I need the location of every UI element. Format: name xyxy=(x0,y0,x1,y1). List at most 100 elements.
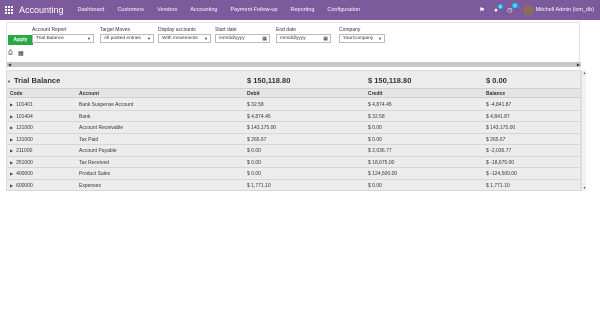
chevron-down-icon: ▼ xyxy=(204,36,208,41)
menu-configuration[interactable]: Configuration xyxy=(327,7,360,13)
row-code: 121000 xyxy=(16,125,33,131)
target-moves-select[interactable]: All posted entries ▼ xyxy=(100,34,154,43)
table-row[interactable]: ▶ 400000 Product Sales $ 0.00 $ 124,500.0… xyxy=(7,168,580,180)
expand-triangle-icon[interactable]: ▶ xyxy=(10,160,13,165)
company-select[interactable]: YourCompany ▼ xyxy=(339,34,385,43)
print-icon[interactable]: ⎙ xyxy=(8,50,13,57)
vertical-scrollbar[interactable]: ▲ ▼ xyxy=(581,70,586,191)
row-credit: $ 0.00 xyxy=(368,125,382,131)
row-debit: $ 0.00 xyxy=(247,171,261,177)
menu-accounting[interactable]: Accounting xyxy=(190,7,217,13)
total-debit: $ 150,118.80 xyxy=(247,76,291,85)
total-balance: $ 0.00 xyxy=(486,76,507,85)
row-account: Expenses xyxy=(79,182,101,189)
spreadsheet-icon[interactable]: ▦ xyxy=(18,50,24,57)
top-navbar: Accounting Dashboard Customers Vendors A… xyxy=(0,0,600,20)
table-row[interactable]: ▶ 101404 Bank $ 4,874.45 $ 32.58 $ 4,841.… xyxy=(7,110,580,122)
row-balance: $ -4,841.87 xyxy=(486,102,512,108)
table-header: Code Account Debit Credit Balance xyxy=(7,88,580,98)
expand-triangle-icon[interactable]: ▶ xyxy=(10,148,13,153)
row-credit: $ 18,675.00 xyxy=(368,159,395,166)
target-moves-label: Target Moves xyxy=(100,27,131,33)
company-filter: Company YourCompany ▼ xyxy=(339,27,385,43)
row-balance: $ -18,675.00 xyxy=(486,159,515,166)
avatar[interactable] xyxy=(523,5,533,15)
row-account: Account Receivable xyxy=(79,125,124,131)
apps-menu-icon[interactable] xyxy=(5,6,13,14)
display-accounts-filter: Display accounts With movements ▼ xyxy=(158,27,211,43)
total-credit: $ 150,118.80 xyxy=(368,76,412,85)
start-date-input[interactable]: mm/dd/yyyy ▦ xyxy=(215,34,270,43)
row-code: 131000 xyxy=(16,136,33,143)
activity-badge: 2 xyxy=(512,3,518,8)
expand-triangle-icon[interactable]: ▶ xyxy=(10,171,13,176)
table-row[interactable]: ▶ 211000 Account Payable $ 0.00 $ 2,036.7… xyxy=(7,145,580,157)
row-credit: $ 32.58 xyxy=(368,113,385,120)
row-account: Tax Paid xyxy=(79,136,99,143)
scroll-right-icon[interactable]: ▶ xyxy=(577,62,580,67)
header-credit: Credit xyxy=(368,91,383,97)
expand-triangle-icon[interactable]: ▶ xyxy=(10,102,13,107)
report-total-row[interactable]: ▼ Trial Balance $ 150,118.80 $ 150,118.80… xyxy=(7,74,580,86)
row-account: Bank xyxy=(79,113,91,120)
expand-triangle-icon[interactable]: ▶ xyxy=(10,183,13,188)
table-row[interactable]: ▶ 600000 Expenses $ 1,771.10 $ 0.00 $ 1,7… xyxy=(7,179,580,191)
table-row[interactable]: ▶ 131000 Tax Paid $ 265.67 $ 0.00 $ 265.6… xyxy=(7,133,580,145)
row-debit: $ 0.00 xyxy=(247,148,261,154)
row-code: 211000 xyxy=(16,148,33,154)
company-label: Company xyxy=(339,27,361,33)
row-debit: $ 4,874.45 xyxy=(247,113,271,120)
calendar-icon[interactable]: ▦ xyxy=(323,36,328,42)
table-row[interactable]: ▶ 101401 Bank Suspense Account $ 32.58 $ … xyxy=(7,99,580,111)
table-body: ▶ 101401 Bank Suspense Account $ 32.58 $ … xyxy=(7,99,580,191)
table-row[interactable]: ▶ 251000 Tax Received $ 0.00 $ 18,675.00 … xyxy=(7,156,580,168)
menu-payment-follow-up[interactable]: Payment Follow-up xyxy=(230,7,277,13)
trial-balance-report: ▼ Trial Balance $ 150,118.80 $ 150,118.80… xyxy=(6,70,581,191)
app-brand[interactable]: Accounting xyxy=(19,5,64,15)
table-row[interactable]: ▶ 121000 Account Receivable $ 143,175.00 … xyxy=(7,122,580,134)
row-code: 251000 xyxy=(16,159,33,166)
navbar-systray: ⚑ ● 6 ◷ 2 Mitchell Admin (icm_db) xyxy=(470,0,594,20)
end-date-label: End date xyxy=(276,27,297,33)
expand-triangle-icon[interactable]: ▶ xyxy=(10,114,13,119)
display-accounts-label: Display accounts xyxy=(158,27,196,33)
menu-reporting[interactable]: Reporting xyxy=(291,7,315,13)
expand-triangle-icon[interactable]: ▶ xyxy=(10,137,13,142)
menu-dashboard[interactable]: Dashboard xyxy=(78,7,105,13)
row-code: 101404 xyxy=(16,113,33,120)
user-name[interactable]: Mitchell Admin (icm_db) xyxy=(536,7,594,13)
start-date-filter: Start date mm/dd/yyyy ▦ xyxy=(215,27,270,43)
chevron-down-icon: ▼ xyxy=(87,36,91,41)
header-balance: Balance xyxy=(486,91,506,97)
chat-badge: 6 xyxy=(497,3,503,9)
end-date-input[interactable]: mm/dd/yyyy ▦ xyxy=(276,34,331,43)
display-accounts-select[interactable]: With movements ▼ xyxy=(158,34,211,43)
expand-triangle-icon[interactable]: ▶ xyxy=(10,125,13,130)
row-code: 600000 xyxy=(16,182,33,189)
collapse-triangle-icon[interactable]: ▼ xyxy=(7,79,11,84)
chat-icon[interactable]: ● 6 xyxy=(494,3,503,14)
row-credit: $ 124,500.00 xyxy=(368,171,398,177)
row-balance: $ 4,841.87 xyxy=(486,113,510,120)
header-debit: Debit xyxy=(247,91,260,97)
scroll-up-icon[interactable]: ▲ xyxy=(582,71,587,75)
apply-button[interactable]: Apply xyxy=(8,35,33,45)
scroll-down-icon[interactable]: ▼ xyxy=(582,186,587,190)
account-report-select[interactable]: Trial Balance ▼ xyxy=(32,34,94,43)
scroll-left-icon[interactable]: ◀ xyxy=(8,62,11,67)
row-balance: $ -124,500.00 xyxy=(486,171,517,177)
end-date-filter: End date mm/dd/yyyy ▦ xyxy=(276,27,331,43)
account-report-label: Account Report xyxy=(32,27,67,33)
menu-vendors[interactable]: Vendors xyxy=(157,7,177,13)
menu-customers[interactable]: Customers xyxy=(117,7,144,13)
chevron-down-icon: ▼ xyxy=(378,36,382,41)
row-balance: $ -2,036.77 xyxy=(486,148,512,154)
main-menu: Dashboard Customers Vendors Accounting P… xyxy=(78,7,374,13)
row-debit: $ 265.67 xyxy=(247,136,267,143)
horizontal-scrollbar[interactable]: ◀ ▶ xyxy=(7,62,581,67)
chevron-down-icon: ▼ xyxy=(147,36,151,41)
row-credit: $ 0.00 xyxy=(368,182,382,189)
bug-icon[interactable]: ⚑ xyxy=(479,6,485,14)
calendar-icon[interactable]: ▦ xyxy=(262,36,267,42)
activity-icon[interactable]: ◷ 2 xyxy=(507,3,518,14)
